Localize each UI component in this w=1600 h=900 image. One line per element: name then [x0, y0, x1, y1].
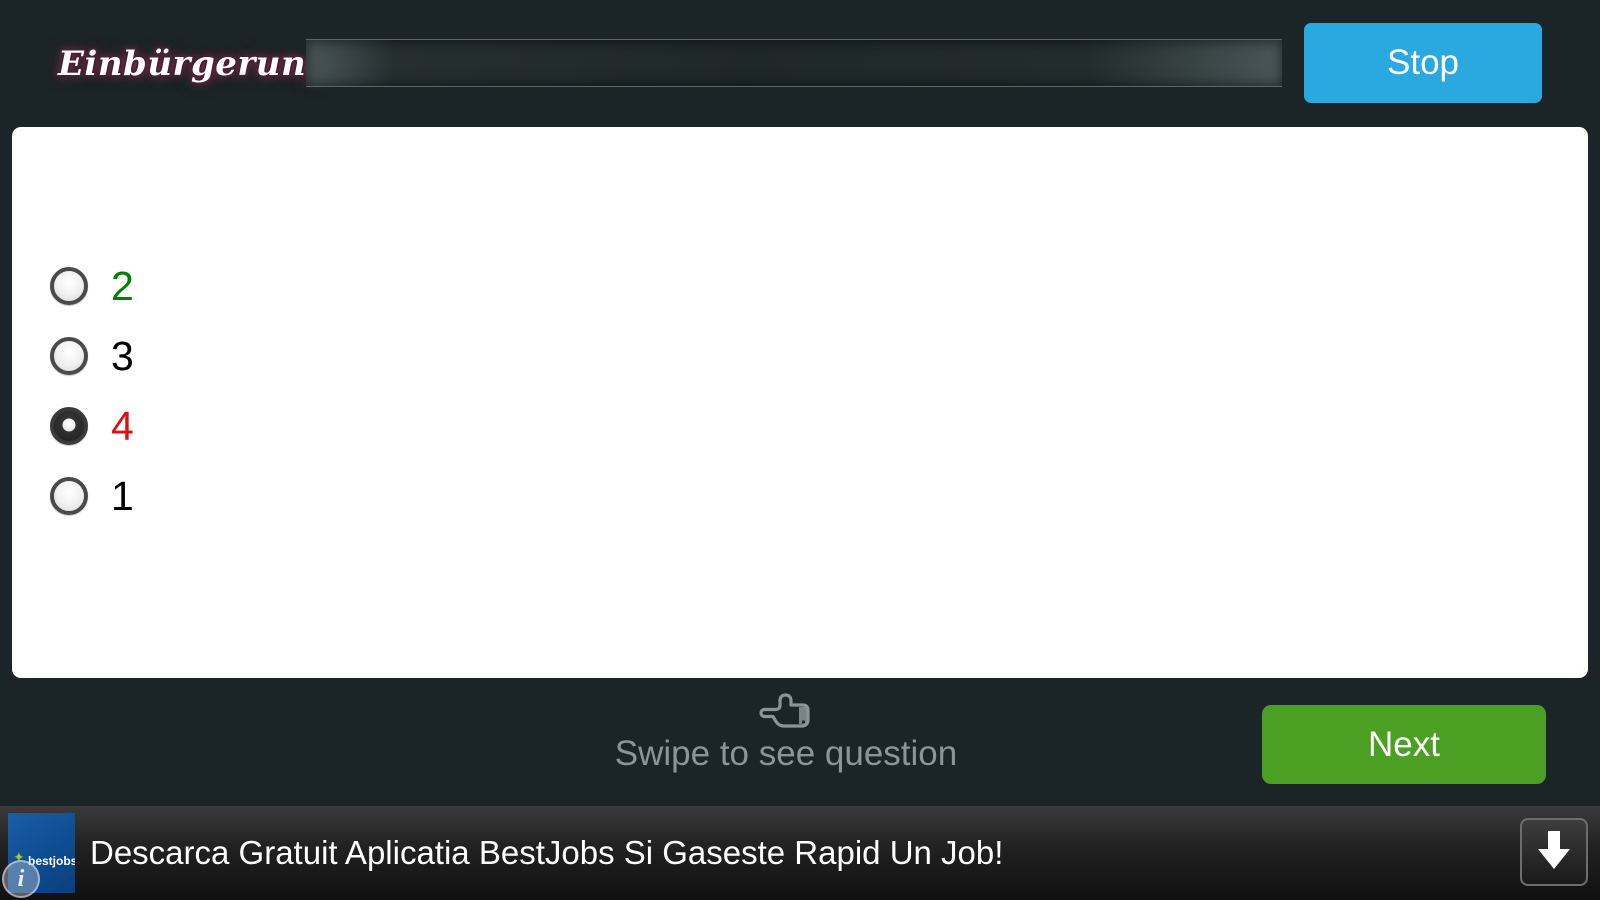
- app-header: Einbürgerung Stop: [0, 0, 1600, 122]
- radio-button-icon[interactable]: [50, 477, 88, 515]
- ad-headline: Descarca Gratuit Aplicatia BestJobs Si G…: [90, 834, 1004, 871]
- app-logo: Einbürgerung: [58, 44, 331, 84]
- pointing-hand-left-icon: [759, 693, 810, 728]
- answer-option-4[interactable]: 1: [38, 461, 1038, 531]
- answer-option-2[interactable]: 3: [38, 321, 1038, 391]
- next-button[interactable]: Next: [1262, 705, 1546, 784]
- answer-option-label: 1: [111, 472, 134, 519]
- swipe-hint-text: Swipe to see question: [614, 734, 958, 773]
- quiz-app-screen: Einbürgerung Stop 2 3 4 1 Swipe to see q…: [0, 0, 1600, 900]
- question-text: [12, 127, 1588, 251]
- answer-option-label: 2: [111, 262, 134, 309]
- answer-option-label: 3: [111, 332, 134, 379]
- stop-button[interactable]: Stop: [1304, 23, 1542, 103]
- answer-card: 2 3 4 1: [12, 127, 1588, 678]
- answer-option-3[interactable]: 4: [38, 391, 1038, 461]
- radio-button-icon[interactable]: [50, 267, 88, 305]
- answer-options-list: 2 3 4 1: [38, 251, 1038, 531]
- ad-banner[interactable]: ✦ bestjobs i Descarca Gratuit Aplicatia …: [0, 806, 1600, 900]
- answer-option-label: 4: [111, 402, 134, 449]
- quiz-progress-bar[interactable]: [306, 39, 1282, 87]
- app-footer: Swipe to see question Next: [0, 678, 1600, 806]
- download-arrow-icon: [1538, 831, 1570, 869]
- radio-button-icon[interactable]: [50, 337, 88, 375]
- radio-button-selected-icon[interactable]: [50, 407, 88, 445]
- swipe-hint[interactable]: Swipe to see question: [556, 692, 1016, 774]
- ad-download-button[interactable]: [1520, 818, 1588, 886]
- ad-info-icon[interactable]: i: [2, 860, 40, 898]
- answer-option-1[interactable]: 2: [38, 251, 1038, 321]
